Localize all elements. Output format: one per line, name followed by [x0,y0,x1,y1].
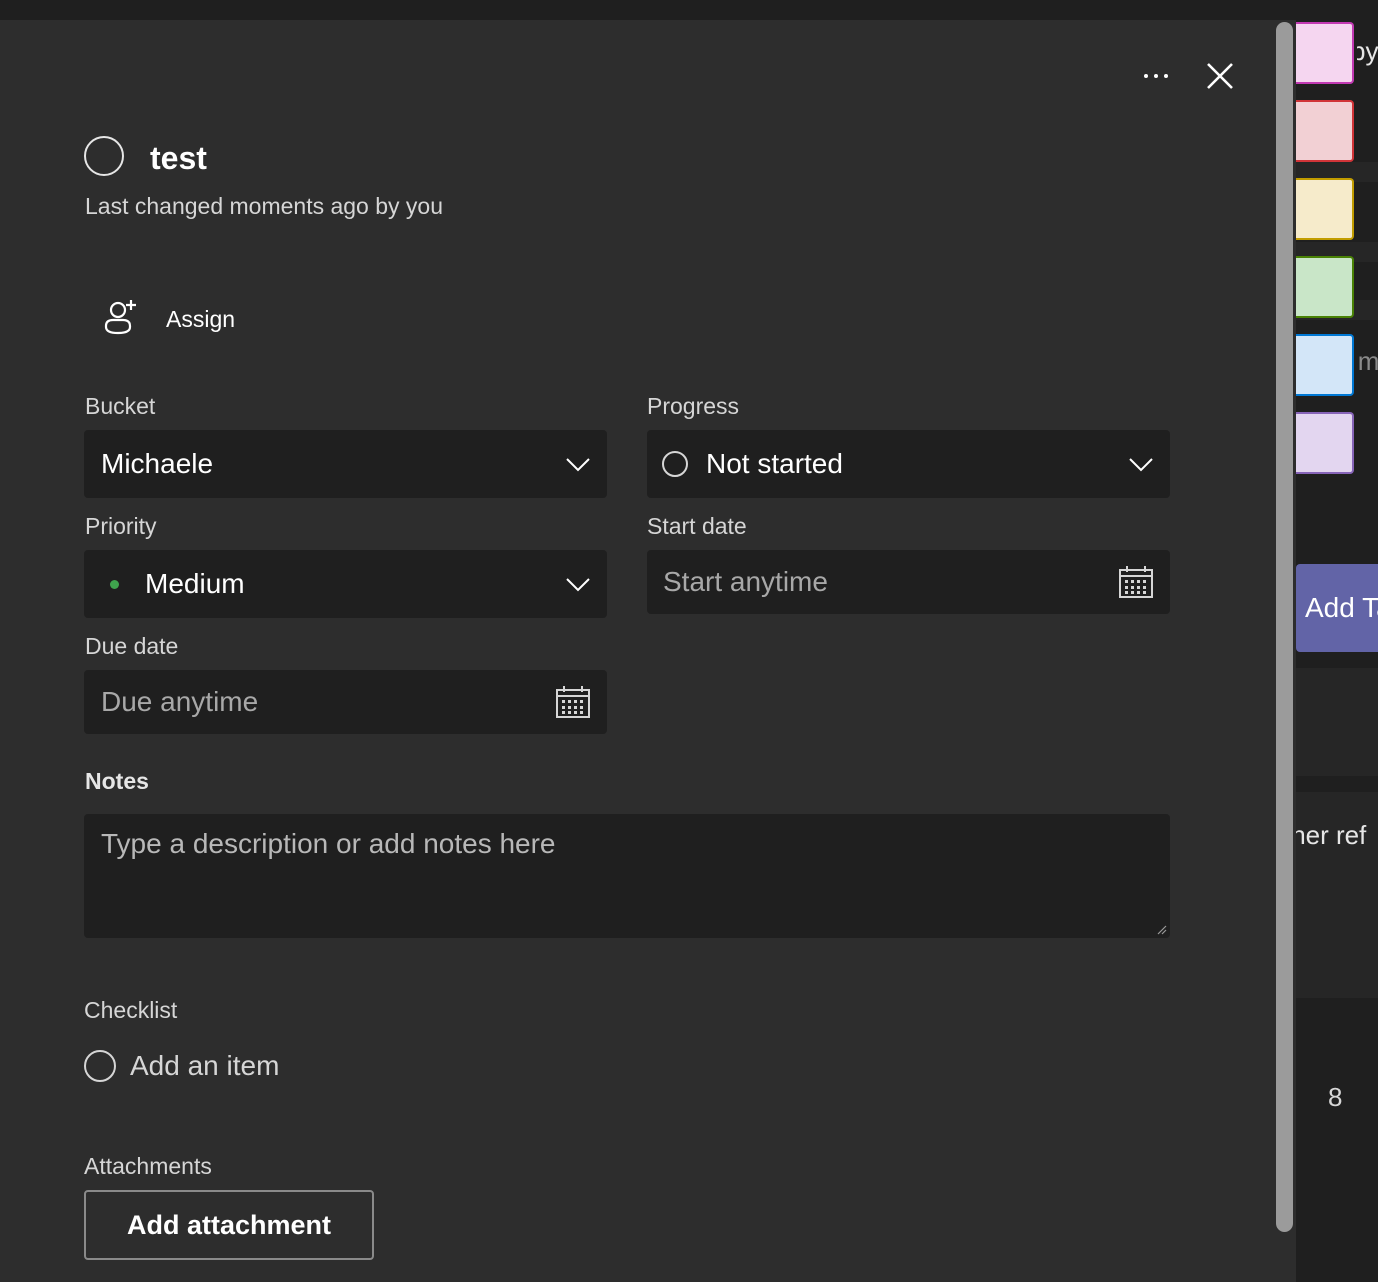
label-swatch-purple[interactable] [1296,412,1354,474]
chevron-down-icon [1129,458,1153,472]
priority-label: Priority [85,513,157,539]
add-attachment-button[interactable]: Add attachment [84,1190,374,1260]
due-date-label: Due date [85,633,179,659]
priority-value: Medium [145,568,245,599]
chevron-down-icon [566,578,590,592]
calendar-icon[interactable] [1118,565,1154,599]
checklist-add-item[interactable]: Add an item [84,1050,279,1082]
label-swatch-green[interactable] [1296,256,1354,318]
progress-dropdown[interactable]: Not started [647,430,1170,498]
add-task-button[interactable]: Add Ta [1296,564,1378,652]
resize-grip-icon[interactable] [1157,925,1167,935]
bucket-value: Michaele [101,448,214,479]
checklist-circle-icon [84,1050,116,1082]
due-date-input[interactable]: Due anytime [84,670,607,734]
task-complete-checkbox[interactable] [84,136,124,176]
close-icon[interactable] [1204,60,1236,92]
more-options-icon[interactable] [1134,60,1178,92]
background-text-fragment: tner ref [1284,820,1367,850]
label-swatch-pink[interactable] [1296,22,1354,84]
bucket-label: Bucket [85,393,156,419]
attachments-label: Attachments [84,1153,212,1179]
notes-label: Notes [85,768,149,794]
progress-label: Progress [647,393,740,419]
start-date-placeholder: Start anytime [663,566,828,597]
calendar-icon[interactable] [555,685,591,719]
label-swatch-yellow[interactable] [1296,178,1354,240]
notes-placeholder: Type a description or add notes here [101,828,556,859]
chevron-down-icon [566,458,590,472]
priority-medium-icon [110,579,119,589]
checklist-label: Checklist [84,997,178,1023]
scrollbar-thumb[interactable] [1276,22,1293,1232]
label-swatch-blue[interactable] [1296,334,1354,396]
start-date-input[interactable]: Start anytime [647,550,1170,614]
progress-value: Not started [706,448,843,479]
add-item-placeholder: Add an item [130,1050,280,1081]
bucket-dropdown[interactable]: Michaele [84,430,607,498]
start-date-label: Start date [647,513,747,539]
task-title[interactable]: test [150,138,207,178]
notes-textarea[interactable]: Type a description or add notes here [84,814,1170,938]
background-count: 8 [1328,1082,1343,1112]
assign-label: Assign [166,305,236,332]
window-top-strip [0,0,1378,20]
last-changed-text: Last changed moments ago by you [85,193,444,219]
add-person-icon [100,296,140,343]
not-started-icon [662,451,688,477]
priority-dropdown[interactable]: Medium [84,550,607,618]
due-date-placeholder: Due anytime [101,686,259,717]
assign-button[interactable]: Assign [100,298,235,340]
label-swatch-red[interactable] [1296,100,1354,162]
